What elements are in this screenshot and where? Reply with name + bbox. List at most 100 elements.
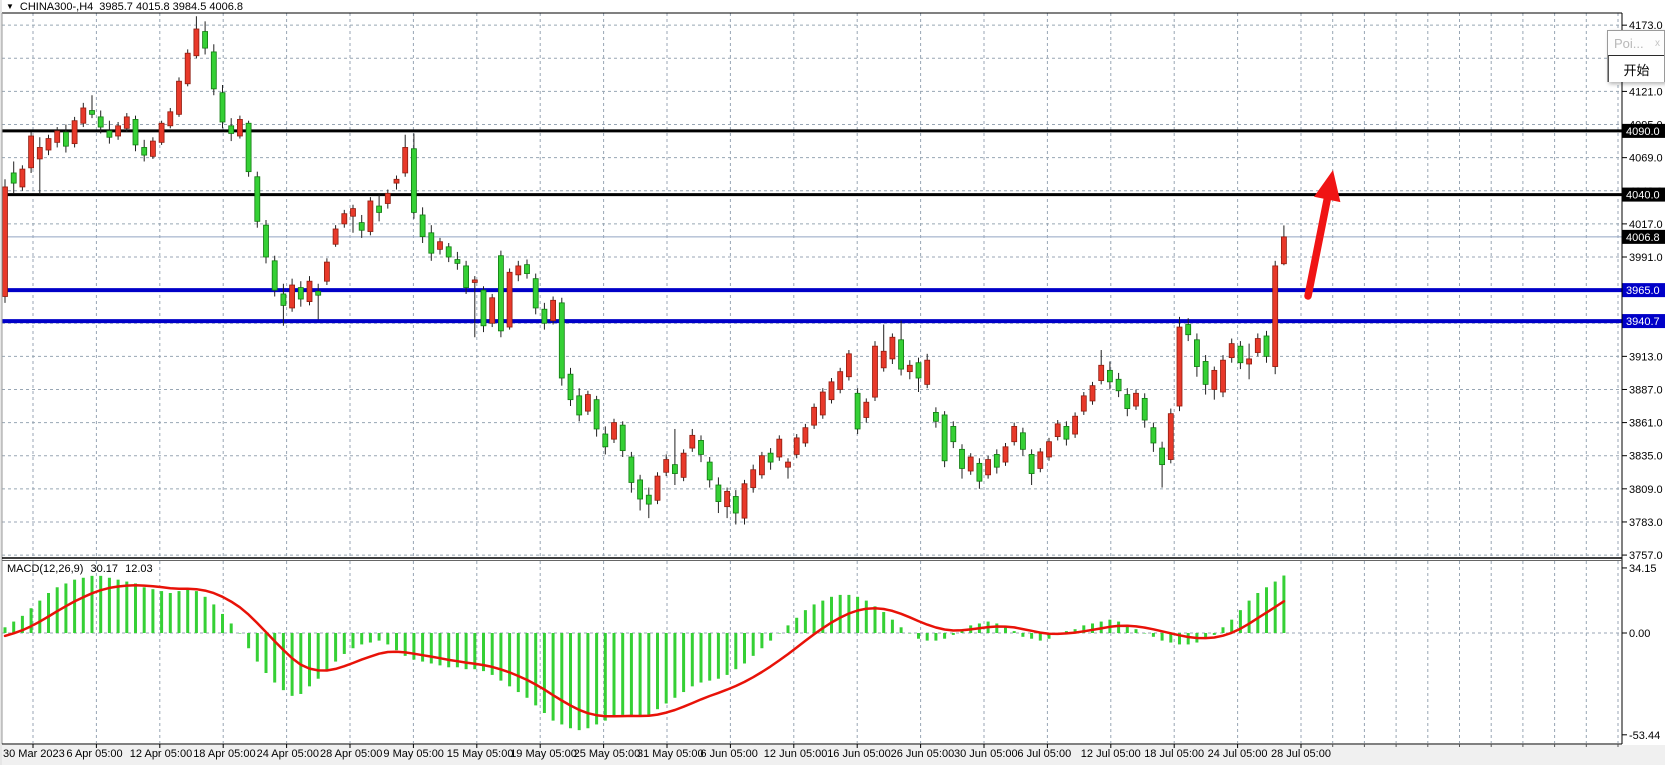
- candle: [1151, 428, 1156, 443]
- candle: [846, 354, 851, 377]
- candle: [820, 392, 825, 415]
- price-tag: 4090.0: [1626, 126, 1660, 138]
- candle: [916, 363, 921, 378]
- time-axis-label: 12 Apr 05:00: [130, 748, 192, 760]
- candle: [1038, 452, 1043, 469]
- candle: [359, 223, 364, 231]
- time-axis-label: 16 Jun 05:00: [827, 748, 891, 760]
- time-axis-label: 19 May 05:00: [510, 748, 577, 760]
- candle: [203, 32, 208, 49]
- candle: [1107, 370, 1112, 381]
- candle: [690, 435, 695, 448]
- candle: [472, 280, 477, 283]
- candle: [786, 462, 791, 467]
- dialog-titlebar[interactable]: Poi... x: [1608, 31, 1664, 55]
- candle: [1090, 386, 1095, 401]
- candle: [1221, 360, 1226, 392]
- candle: [1116, 379, 1121, 390]
- candle: [464, 266, 469, 288]
- start-button[interactable]: 开始: [1608, 55, 1664, 82]
- candle: [1064, 426, 1069, 439]
- candle: [1229, 344, 1234, 358]
- candle: [1186, 325, 1191, 335]
- time-axis-label: 18 Jul 05:00: [1144, 748, 1204, 760]
- candle: [655, 476, 660, 500]
- ohlc-values: 3985.7 4015.8 3984.5 4006.8: [99, 1, 243, 13]
- candle: [1012, 426, 1017, 441]
- candle: [638, 480, 643, 499]
- time-axis-label: 6 Jun 05:00: [700, 748, 758, 760]
- candle: [672, 465, 677, 474]
- time-axis-label: 6 Jul 05:00: [1017, 748, 1071, 760]
- price-axis-label: 3757.0: [1629, 550, 1663, 562]
- candle: [994, 454, 999, 467]
- candle: [446, 247, 451, 257]
- candle: [707, 462, 712, 480]
- candle: [438, 242, 443, 250]
- candle: [1168, 414, 1173, 460]
- chart-title: ▼ CHINA300-,H4 3985.7 4015.8 3984.5 4006…: [6, 1, 243, 13]
- candle: [864, 402, 869, 417]
- price-axis-label: 3887.0: [1629, 384, 1663, 396]
- candle: [229, 126, 234, 134]
- candle: [490, 298, 495, 323]
- time-axis-label: 6 Apr 05:00: [66, 748, 122, 760]
- price-tag: 4006.8: [1626, 232, 1660, 244]
- price-chart-canvas[interactable]: 4173.04147.04121.04095.04069.04043.04017…: [0, 0, 1665, 765]
- candle: [63, 132, 68, 146]
- candle: [1003, 447, 1008, 462]
- candle: [1099, 365, 1104, 380]
- price-tag: 4040.0: [1626, 190, 1660, 202]
- candle: [855, 393, 860, 429]
- candle: [559, 303, 564, 378]
- symbol-dropdown-icon[interactable]: ▼: [6, 2, 14, 12]
- expert-dialog-window[interactable]: Poi... x 开始: [1607, 30, 1665, 82]
- time-axis-label: 12 Jul 05:00: [1081, 748, 1141, 760]
- candle: [1273, 266, 1278, 367]
- candle: [264, 225, 269, 257]
- close-icon[interactable]: x: [1655, 38, 1660, 49]
- candle: [316, 291, 321, 295]
- price-axis-label: 4017.0: [1629, 219, 1663, 231]
- candle: [777, 439, 782, 457]
- candle: [881, 351, 886, 368]
- price-axis-label: 3861.0: [1629, 418, 1663, 430]
- macd-name: MACD(12,26,9): [7, 563, 83, 575]
- candle: [1020, 433, 1025, 450]
- time-axis-label: 25 May 05:00: [574, 748, 641, 760]
- price-axis-label: 3809.0: [1629, 484, 1663, 496]
- candle: [812, 407, 817, 425]
- candle: [1203, 361, 1208, 384]
- candle: [716, 485, 721, 502]
- price-tag: 3965.0: [1626, 285, 1660, 297]
- candle: [124, 117, 129, 128]
- time-axis-label: 12 Jun 05:00: [764, 748, 828, 760]
- candle: [899, 340, 904, 369]
- candle: [1255, 339, 1260, 353]
- candle: [324, 262, 329, 281]
- candle: [307, 281, 312, 301]
- candle: [116, 126, 121, 136]
- candle: [237, 119, 242, 136]
- candle: [725, 491, 730, 506]
- candle: [150, 141, 155, 156]
- candle: [1055, 424, 1060, 437]
- candle: [968, 457, 973, 471]
- price-axis-label: 4121.0: [1629, 86, 1663, 98]
- candle: [551, 300, 556, 320]
- candle: [803, 428, 808, 443]
- candle: [420, 215, 425, 237]
- candle: [342, 214, 347, 224]
- candle: [612, 423, 617, 440]
- candle: [890, 337, 895, 359]
- mt4-chart-window: 4173.04147.04121.04095.04069.04043.04017…: [0, 0, 1665, 765]
- candle: [1142, 398, 1147, 420]
- candle: [107, 131, 112, 137]
- candle: [1212, 370, 1217, 389]
- candle: [81, 108, 86, 123]
- candle: [1281, 237, 1286, 264]
- candle: [255, 177, 260, 222]
- candle: [20, 169, 25, 187]
- candle: [185, 53, 190, 84]
- candle: [455, 260, 460, 264]
